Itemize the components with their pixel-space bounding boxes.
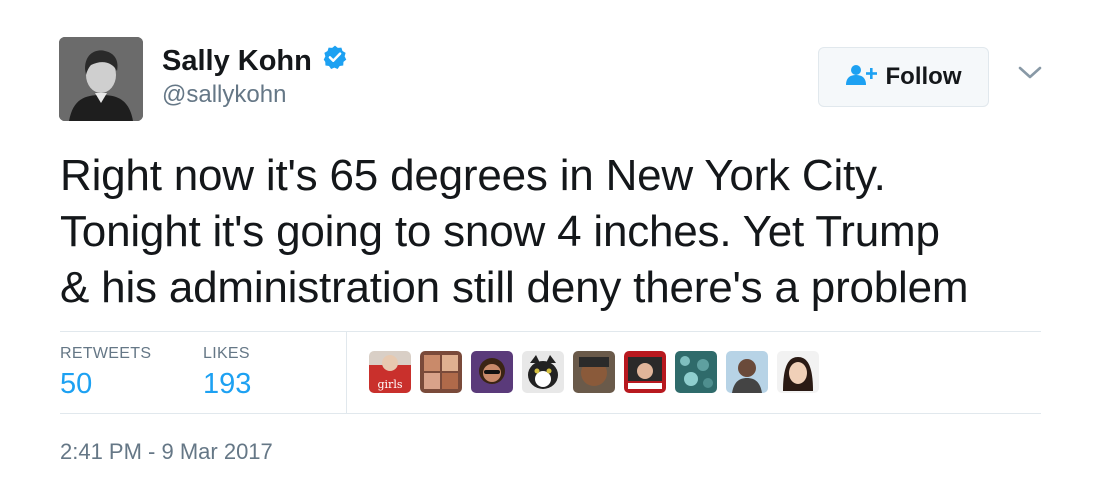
liker-avatar[interactable] xyxy=(471,351,513,393)
liker-avatar[interactable] xyxy=(573,351,615,393)
stats-separator xyxy=(346,331,347,413)
author-handle[interactable]: @sallykohn xyxy=(162,80,348,110)
author-avatar[interactable] xyxy=(59,37,143,121)
tweet-text-line: & his administration still deny there's … xyxy=(60,263,969,312)
liker-avatar[interactable] xyxy=(420,351,462,393)
follow-button-label: Follow xyxy=(885,63,962,90)
likes-count: 193 xyxy=(203,368,252,400)
avatar-photo-icon xyxy=(59,37,143,121)
tweet-card: Sally Kohn @sallykohn Follow Right now i… xyxy=(0,0,1100,479)
tweet-text-line: Tonight it's going to snow 4 inches. Yet… xyxy=(60,207,940,256)
liker-avatars: girls xyxy=(369,351,828,393)
author-name-block[interactable]: Sally Kohn @sallykohn xyxy=(162,44,348,110)
liker-avatar[interactable] xyxy=(624,351,666,393)
liker-avatar[interactable] xyxy=(777,351,819,393)
liker-avatar[interactable] xyxy=(675,351,717,393)
liker-avatar[interactable] xyxy=(522,351,564,393)
svg-text:girls: girls xyxy=(378,378,403,391)
stats-bottom-divider xyxy=(60,413,1041,414)
retweets-label: RETWEETS xyxy=(60,345,152,362)
tweet-stats: RETWEETS 50 LIKES 193 girls xyxy=(60,331,1041,413)
liker-avatar[interactable] xyxy=(726,351,768,393)
tweet-text: Right now it's 65 degrees in New York Ci… xyxy=(60,148,1070,316)
tweet-text-line: Right now it's 65 degrees in New York Ci… xyxy=(60,151,886,200)
retweets-count: 50 xyxy=(60,368,93,400)
retweets-stat[interactable]: RETWEETS 50 xyxy=(60,344,151,402)
more-options-chevron-down-icon[interactable] xyxy=(1018,66,1042,85)
add-user-icon xyxy=(845,64,878,91)
liker-avatar[interactable]: girls xyxy=(369,351,411,393)
likes-label: LIKES xyxy=(203,345,250,362)
verified-badge-icon xyxy=(322,44,348,75)
author-display-name[interactable]: Sally Kohn xyxy=(162,44,312,78)
follow-button[interactable]: Follow xyxy=(818,47,989,107)
likes-stat[interactable]: LIKES 193 xyxy=(203,344,251,402)
tweet-timestamp[interactable]: 2:41 PM - 9 Mar 2017 xyxy=(60,438,273,466)
